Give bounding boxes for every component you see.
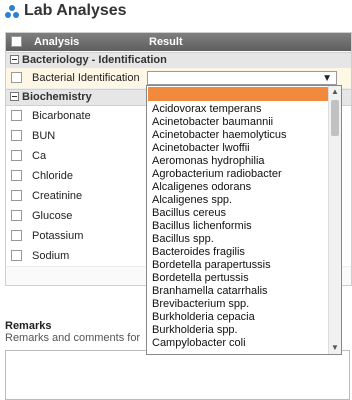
analysis-name: Ca — [32, 150, 47, 162]
dropdown-option[interactable]: Bacillus lichenformis — [152, 220, 252, 232]
checkbox-icon[interactable] — [11, 250, 22, 261]
analysis-name: Chloride — [32, 170, 73, 182]
result-select[interactable]: ▼ — [147, 71, 337, 85]
dropdown-option[interactable]: Burkholderia cepacia — [152, 311, 255, 323]
triangle-down-icon: ▼ — [322, 73, 332, 84]
group-bacteriology-identification[interactable]: Bacteriology - Identification — [6, 52, 351, 69]
dropdown-option[interactable]: Bacillus spp. — [152, 233, 214, 245]
analysis-name: Bicarbonate — [32, 110, 91, 122]
scroll-down-icon[interactable]: ▼ — [329, 342, 341, 354]
dropdown-option[interactable]: Acinetobacter lwoffii — [152, 142, 250, 154]
dropdown-option[interactable]: Bacteroides fragilis — [152, 246, 245, 258]
analysis-name: Creatinine — [32, 190, 83, 202]
analysis-name: BUN — [32, 130, 56, 142]
dropdown-option[interactable]: Brevibacterium spp. — [152, 298, 249, 310]
dropdown-option[interactable]: Aeromonas hydrophilia — [152, 155, 265, 167]
checkbox-icon[interactable] — [11, 150, 22, 161]
minus-box-icon[interactable] — [10, 55, 19, 64]
column-header-analysis: Analysis — [34, 36, 80, 48]
scroll-thumb[interactable] — [331, 100, 339, 136]
table-header: Analysis Result — [6, 33, 351, 51]
checkbox-icon[interactable] — [11, 170, 22, 181]
dots-logo-icon — [5, 5, 19, 18]
remarks-subtitle: Remarks and comments for — [5, 332, 141, 344]
group-label: Bacteriology - Identification — [22, 54, 167, 66]
page-header: Lab Analyses — [0, 0, 352, 28]
analysis-name: Glucose — [32, 210, 73, 222]
analysis-name: Potassium — [32, 230, 84, 242]
dropdown-option[interactable]: Agrobacterium radiobacter — [152, 168, 282, 180]
dropdown-option[interactable]: Alcaligenes odorans — [152, 181, 251, 193]
highlighted-option[interactable] — [148, 87, 328, 101]
analysis-name: Sodium — [32, 250, 70, 262]
checkbox-icon[interactable] — [11, 110, 22, 121]
scroll-up-icon[interactable]: ▲ — [329, 86, 341, 98]
dropdown-option[interactable]: Acinetobacter baumannii — [152, 116, 273, 128]
group-label: Biochemistry — [22, 91, 92, 103]
remarks-title: Remarks — [5, 320, 52, 332]
dropdown-option[interactable]: Burkholderia spp. — [152, 324, 238, 336]
checkbox-icon[interactable] — [11, 72, 22, 83]
dropdown-option[interactable]: Alcaligenes spp. — [152, 194, 232, 206]
dropdown-option[interactable]: Bordetella pertussis — [152, 272, 249, 284]
checkbox-icon[interactable] — [11, 230, 22, 241]
select-all-checkbox[interactable] — [11, 36, 22, 47]
dropdown-option[interactable]: Bordetella parapertussis — [152, 259, 271, 271]
checkbox-icon[interactable] — [11, 130, 22, 141]
page-title: Lab Analyses — [24, 2, 127, 19]
checkbox-icon[interactable] — [11, 190, 22, 201]
dropdown-option[interactable]: Bacillus cereus — [152, 207, 226, 219]
dropdown-option[interactable]: Acinetobacter haemolyticus — [152, 129, 287, 141]
remarks-textarea[interactable] — [5, 350, 350, 400]
result-dropdown-list[interactable]: Acidovorax temperans Acinetobacter bauma… — [146, 85, 342, 355]
dropdown-option[interactable]: Branhamella catarrhalis — [152, 285, 268, 297]
column-header-result: Result — [149, 36, 183, 48]
minus-box-icon[interactable] — [10, 92, 19, 101]
checkbox-icon[interactable] — [11, 210, 22, 221]
dropdown-option[interactable]: Campylobacter coli — [152, 337, 246, 349]
dropdown-scrollbar[interactable]: ▲ ▼ — [328, 86, 341, 354]
dropdown-option[interactable]: Acidovorax temperans — [152, 103, 261, 115]
analysis-name: Bacterial Identification — [32, 72, 140, 84]
